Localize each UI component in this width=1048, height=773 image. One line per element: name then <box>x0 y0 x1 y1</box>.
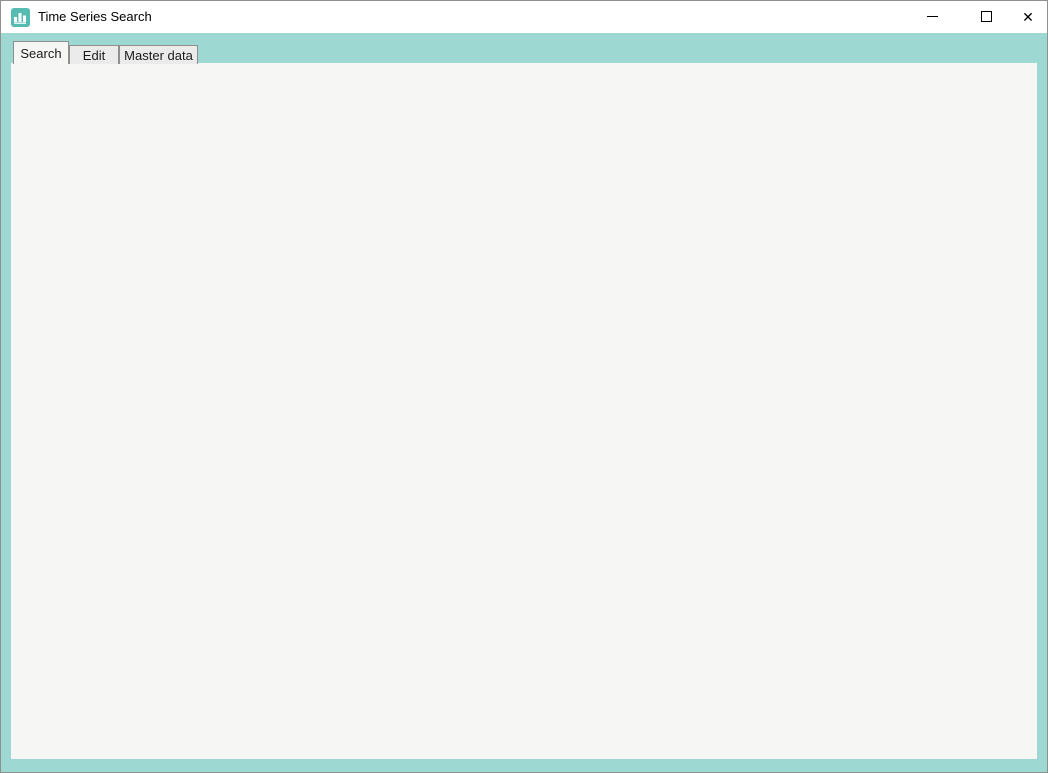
bar-chart-icon <box>13 10 28 25</box>
app-icon <box>11 8 30 27</box>
window-title: Time Series Search <box>38 9 152 24</box>
tab-master-data[interactable]: Master data <box>119 45 198 64</box>
time-series-search-window: Time Series Search ✕ Search Edit Master … <box>0 0 1048 773</box>
maximize-icon <box>981 11 992 22</box>
maximize-button[interactable] <box>963 1 1009 32</box>
tab-search[interactable]: Search <box>13 41 69 64</box>
minimize-icon <box>927 16 938 17</box>
close-button[interactable]: ✕ <box>1005 1 1048 32</box>
titlebar: Time Series Search ✕ <box>1 1 1047 33</box>
search-tab-page <box>11 63 1037 759</box>
close-icon: ✕ <box>1022 10 1034 24</box>
tab-edit[interactable]: Edit <box>69 45 119 64</box>
minimize-button[interactable] <box>909 1 955 32</box>
